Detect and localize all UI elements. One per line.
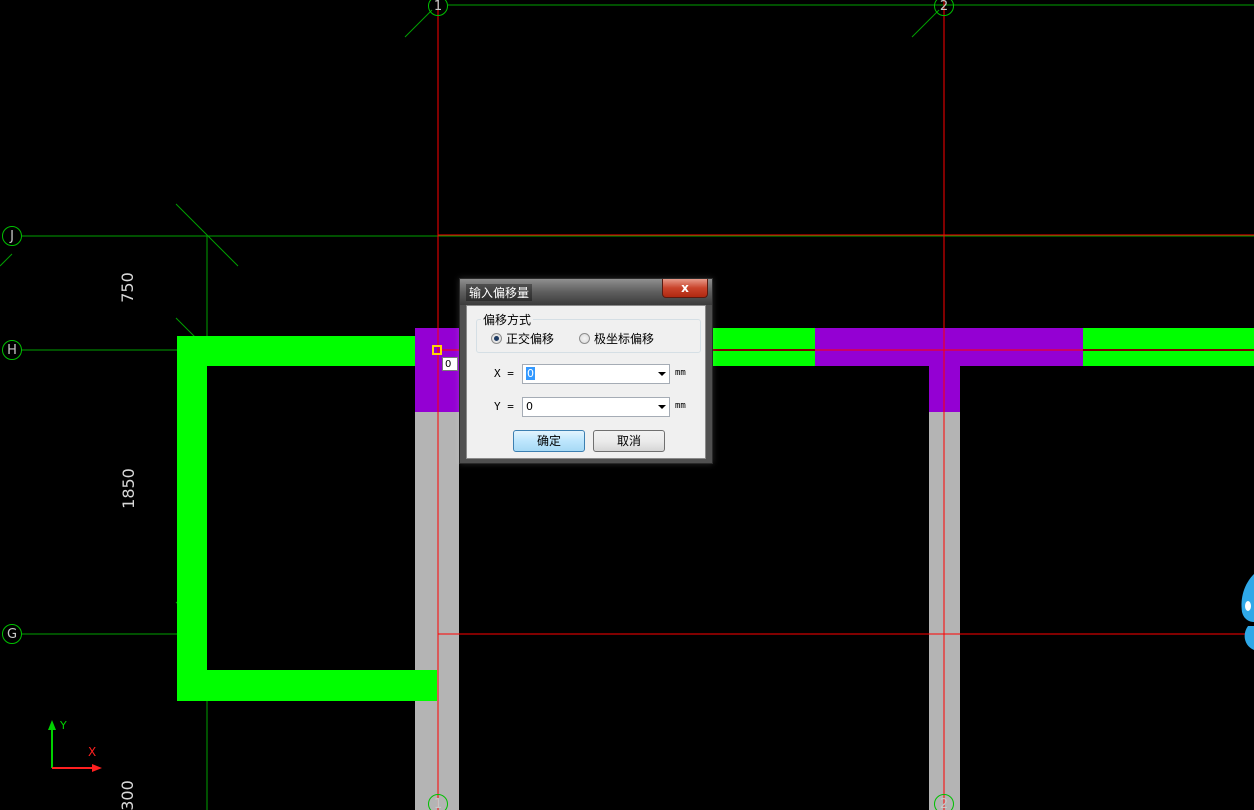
dropdown-arrow-icon[interactable] [658,372,666,376]
x-offset-combobox[interactable]: 0 [522,364,670,384]
y-field-label: Y = [494,400,514,413]
axis-bubble-1-bottom: 1 [428,794,448,810]
dimension-300: 300 [117,780,137,810]
offset-mode-group: 偏移方式 正交偏移 极坐标偏移 [476,311,701,353]
axis-bubble-H: H [2,340,22,360]
radio-orthogonal-label: 正交偏移 [506,332,555,346]
offset-input-dialog: 输入偏移量 x 偏移方式 正交偏移 极坐标偏移 X = 0 mm Y = 0 m… [459,278,713,464]
bubble-leader [911,9,940,38]
dialog-body: 偏移方式 正交偏移 极坐标偏移 X = 0 mm Y = 0 mm 确定 取消 [466,305,706,459]
radio-unchecked-icon [579,333,590,344]
mascot-head [1241,574,1254,622]
bubble-leader [404,9,433,38]
dynamic-input-box[interactable]: 0 [442,357,458,371]
beam-left-vertical [177,336,207,701]
ucs-x-arrow [92,764,102,772]
axis-bubble-G: G [2,624,22,644]
y-offset-combobox[interactable]: 0 [522,397,670,417]
dimension-1850: 1850 [118,468,138,509]
beam-H-left [177,336,416,366]
ucs-y-label: Y [60,719,67,732]
axis-bubble-2-bottom: 2 [934,794,954,810]
wall-axis-1 [415,410,459,810]
radio-checked-icon [491,333,502,344]
dialog-titlebar[interactable]: 输入偏移量 x [460,279,712,305]
radio-orthogonal-offset[interactable]: 正交偏移 [491,330,554,347]
radio-polar-offset[interactable]: 极坐标偏移 [579,330,654,347]
y-unit-label: mm [675,401,686,411]
radio-polar-label: 极坐标偏移 [594,332,655,346]
beam-H-right [1083,328,1254,366]
cad-drawing-canvas[interactable]: Y X 1 2 J H G 1 2 750 1850 300 0 输入偏移量 x… [0,0,1254,810]
dialog-close-button[interactable]: x [662,279,708,298]
ok-button[interactable]: 确定 [513,430,585,452]
offset-mode-label: 偏移方式 [481,311,534,328]
dimension-750: 750 [117,272,137,303]
x-field-label: X = [494,367,514,380]
beam-H-middle [712,328,815,366]
mascot-body [1244,626,1254,650]
y-offset-value: 0 [526,400,533,413]
x-unit-label: mm [675,368,686,378]
walls [415,410,960,810]
dropdown-arrow-icon[interactable] [658,405,666,409]
dialog-title: 输入偏移量 [466,284,533,301]
ucs-x-label: X [88,745,97,759]
assistant-mascot-icon[interactable] [1238,574,1254,656]
axis-bubble-J: J [2,226,22,246]
bubble-leader [0,253,13,267]
mascot-eye [1245,601,1251,611]
cancel-button[interactable]: 取消 [593,430,665,452]
room-void [207,366,415,670]
beam-G-bottom [177,670,437,701]
mascot-svg [1241,574,1254,650]
ucs-y-arrow [48,720,56,730]
x-offset-value: 0 [526,367,535,380]
